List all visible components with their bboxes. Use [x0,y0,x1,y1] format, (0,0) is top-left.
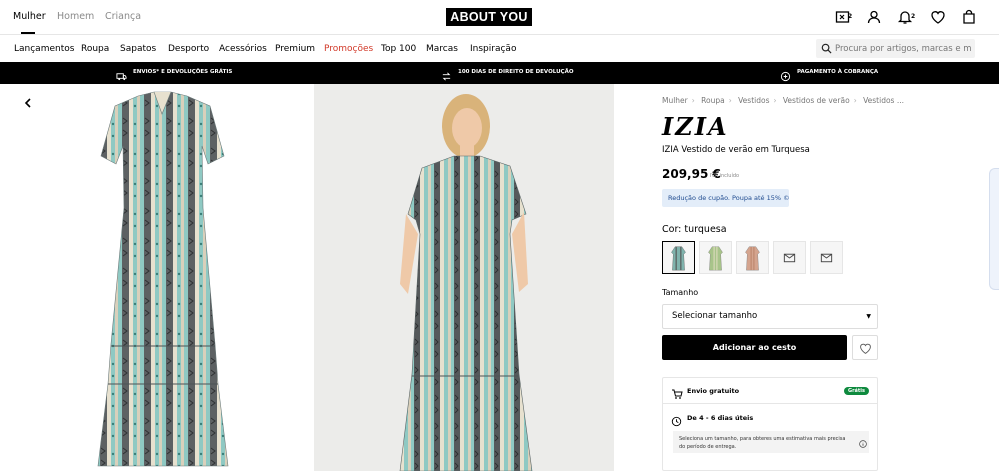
tab-crianca[interactable]: Criança [105,11,141,22]
color-swatch-turquesa[interactable] [662,241,695,274]
feedback-side-tab[interactable] [989,168,999,290]
shipping-box: Envio gratuito Grátis De 4 - 6 dias útei… [662,377,878,471]
size-select[interactable]: Selecionar tamanho ▼ [662,304,878,329]
nav-premium[interactable]: Premium [275,44,315,54]
nav-acessorios[interactable]: Acessórios [219,44,267,54]
nav-lancamentos[interactable]: Lançamentos [14,44,74,54]
benefit-free-shipping: ENVIOS* E DEVOLUÇÕES GRÁTIS [133,69,233,75]
caret-down-icon: ▼ [866,313,871,320]
wishlist-button[interactable] [852,335,878,360]
breadcrumb-item[interactable]: Mulher [662,96,688,105]
color-swatch-green[interactable] [699,241,732,274]
breadcrumb-item[interactable]: Vestidos de verão [783,96,850,105]
about-you-logo[interactable]: ABOUT YOU [446,8,532,26]
breadcrumb: Mulher › Roupa › Vestidos › Vestidos de ver… [662,96,908,105]
notifications-badge: 2 [911,13,916,20]
nav-promocoes[interactable]: Promoções [324,44,373,54]
breadcrumb-item[interactable]: Vestidos ... [863,96,904,105]
nav-inspiracao[interactable]: Inspiração [470,44,516,54]
color-value: turquesa [684,224,727,235]
product-gallery [12,84,614,472]
heart-icon[interactable] [930,9,946,25]
search-input[interactable]: Procura por artigos, marcas e m... [816,39,975,58]
coupon-banner[interactable]: Redução de cupão. Poupa até 15% © [662,189,790,207]
product-image-model[interactable] [314,84,614,472]
delivery-estimate: De 4 - 6 dias úteis [687,414,754,422]
breadcrumb-item[interactable]: Vestidos [738,96,769,105]
cart-icon [671,385,683,399]
size-select-value: Selecionar tamanho [672,311,758,321]
benefits-bar: ENVIOS* E DEVOLUÇÕES GRÁTIS 100 DIAS DE … [0,62,999,84]
product-title: IZIA Vestido de verão em Turquesa [662,145,810,155]
nav-roupa[interactable]: Roupa [81,44,109,54]
benefit-returns: 100 DIAS DE DIREITO DE DEVOLUÇÃO [458,69,574,75]
chevron-right-icon: › [728,96,732,105]
color-swatch-more-2[interactable] [810,241,843,274]
nav-sapatos[interactable]: Sapatos [120,44,156,54]
chevron-right-icon: › [773,96,777,105]
bag-icon[interactable] [961,9,977,25]
color-label: Cor: turquesa [662,224,727,235]
shipping-row: Envio gratuito Grátis [663,378,877,404]
clock-icon [671,412,682,427]
nav-marcas[interactable]: Marcas [426,44,458,54]
color-swatch-more-1[interactable] [773,241,806,274]
add-to-cart-button[interactable]: Adicionar ao cesto [662,335,847,360]
search-placeholder: Procura por artigos, marcas e m... [835,44,972,54]
user-icon[interactable] [866,9,882,25]
vat-note: IVA incluído [710,173,740,179]
chevron-right-icon: › [853,96,857,105]
compare-badge: 2 [848,13,853,20]
search-icon [821,43,832,54]
benefit-cod: PAGAMENTO À COBRANÇA [797,69,879,75]
truck-icon [116,67,127,81]
breadcrumb-item[interactable]: Roupa [701,96,725,105]
tab-homem[interactable]: Homem [57,11,94,22]
return-icon [441,67,452,81]
brand-logo[interactable]: IZIA [662,112,729,141]
nav-top100[interactable]: Top 100 [381,44,416,54]
product-image-flat[interactable] [12,84,313,471]
active-tab-indicator [21,32,35,34]
free-shipping-label: Envio gratuito [687,387,740,395]
tab-mulher[interactable]: Mulher [13,11,46,22]
cash-icon [780,67,791,82]
chevron-right-icon: › [691,96,695,105]
delivery-note: Seleciona um tamanho, para obteres uma e… [673,431,869,453]
top-header: Mulher Homem Criança ABOUT YOU 2 2 [0,0,999,35]
color-swatch-pink[interactable] [736,241,769,274]
info-icon[interactable] [859,433,867,448]
heart-icon [860,343,871,354]
color-label-text: Cor: [662,224,682,235]
chevron-left-icon[interactable] [22,94,34,108]
free-badge: Grátis [843,387,869,395]
size-label: Tamanho [662,288,699,297]
nav-desporto[interactable]: Desporto [168,44,209,54]
